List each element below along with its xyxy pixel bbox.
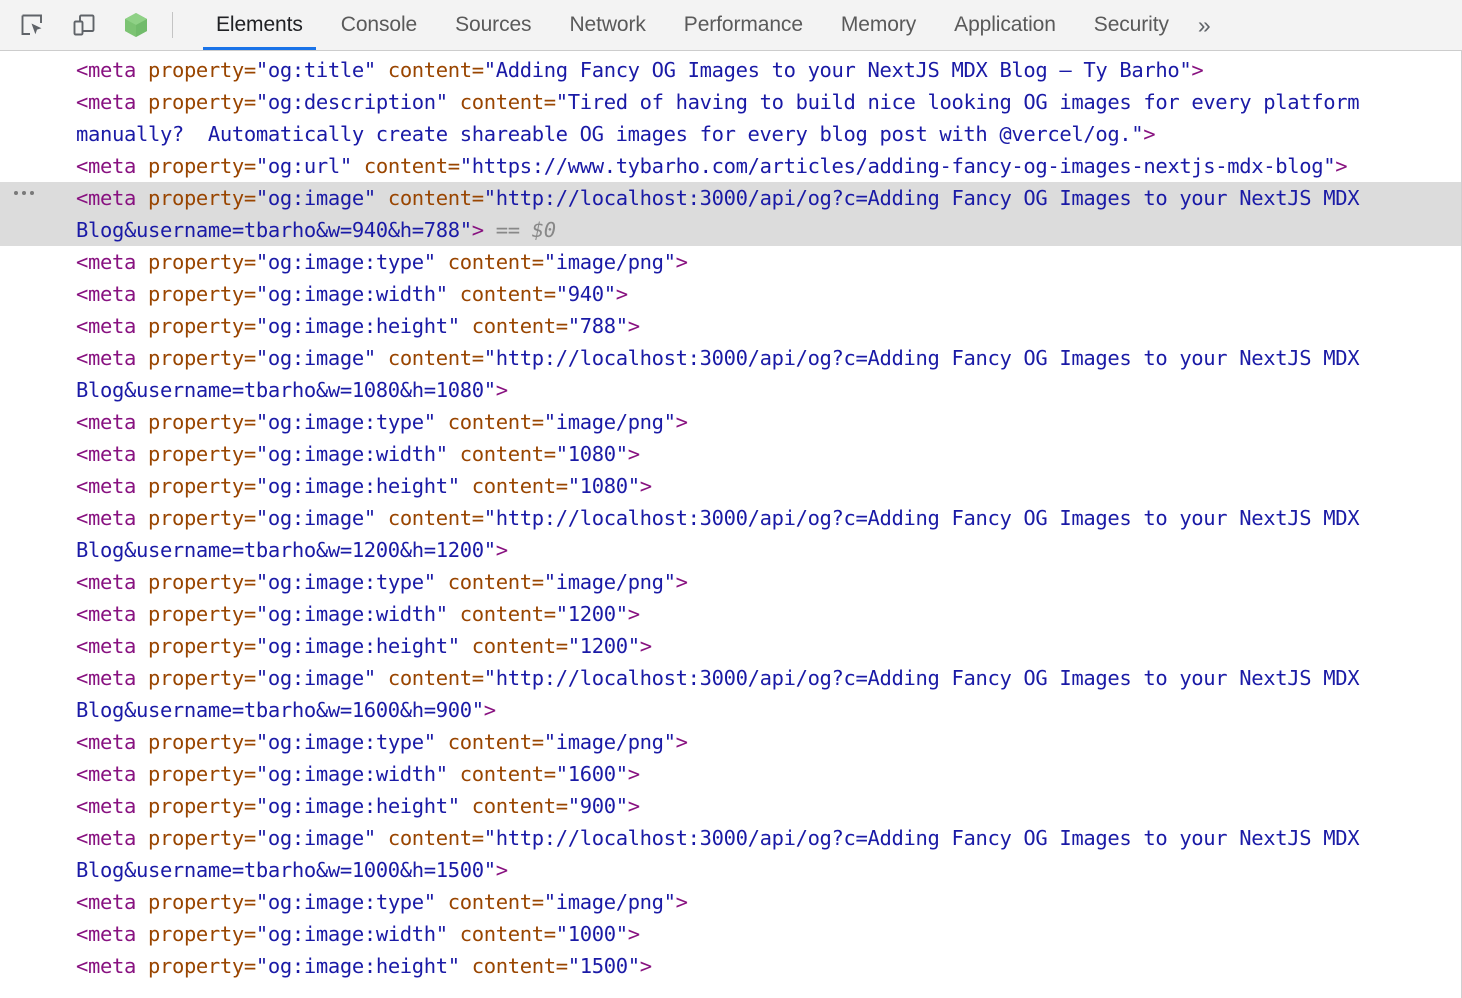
tab-network[interactable]: Network <box>550 0 664 50</box>
dom-node-row[interactable]: <meta property="og:image:width" content=… <box>0 438 1461 470</box>
tab-memory[interactable]: Memory <box>822 0 935 50</box>
dom-node-gutter <box>0 726 76 758</box>
dom-node-markup: <meta property="og:image:height" content… <box>76 474 652 498</box>
dom-node-row[interactable]: <meta property="og:image:width" content=… <box>0 598 1461 630</box>
dom-node-gutter <box>0 950 76 982</box>
dom-node-markup: <meta property="og:image" content="http:… <box>76 666 1372 722</box>
dom-node-row[interactable]: <meta property="og:image" content="http:… <box>0 822 1461 886</box>
toolbar-divider <box>172 12 173 38</box>
dom-node-row[interactable]: <meta property="og:image:height" content… <box>0 790 1461 822</box>
tab-elements[interactable]: Elements <box>197 0 322 50</box>
toolbar-icon-group <box>14 0 189 50</box>
dom-node-gutter <box>0 758 76 790</box>
panel-tabs: Elements Console Sources Network Perform… <box>197 0 1462 50</box>
dom-node-markup: <meta property="og:image:width" content=… <box>76 762 640 786</box>
dom-node-markup: <meta property="og:image:width" content=… <box>76 602 640 626</box>
more-tabs-label: » <box>1197 11 1211 38</box>
inspect-element-icon[interactable] <box>14 7 50 43</box>
dom-node-gutter <box>0 278 76 310</box>
dom-node-gutter <box>0 918 76 950</box>
dom-node-gutter <box>0 598 76 630</box>
dom-node-gutter <box>0 182 76 214</box>
tab-sources-label: Sources <box>455 13 532 36</box>
dom-node-gutter <box>0 822 76 854</box>
dom-node-row[interactable]: <meta property="og:image:type" content="… <box>0 566 1461 598</box>
dom-node-markup: <meta property="og:image:type" content="… <box>76 730 688 754</box>
dom-node-markup: <meta property="og:title" content="Addin… <box>76 58 1204 82</box>
dom-node-gutter <box>0 630 76 662</box>
dom-node-markup: <meta property="og:image:width" content=… <box>76 922 640 946</box>
dom-node-markup: <meta property="og:image" content="http:… <box>76 826 1372 882</box>
tab-memory-label: Memory <box>840 13 917 36</box>
tab-sources[interactable]: Sources <box>436 0 550 50</box>
dom-node-row[interactable]: <meta property="og:image:width" content=… <box>0 758 1461 790</box>
dom-node-row[interactable]: <meta property="og:image:width" content=… <box>0 918 1461 950</box>
dom-node-row[interactable]: <meta property="og:image" content="http:… <box>0 502 1461 566</box>
tab-elements-label: Elements <box>216 13 303 36</box>
tab-security[interactable]: Security <box>1075 0 1188 50</box>
dom-node-row[interactable]: <meta property="og:image:width" content=… <box>0 278 1461 310</box>
dom-tree-panel[interactable]: <meta property="og:title" content="Addin… <box>0 51 1462 998</box>
dom-node-row[interactable]: <meta property="og:image:type" content="… <box>0 246 1461 278</box>
node-cube-icon[interactable] <box>118 7 154 43</box>
tab-network-label: Network <box>569 13 646 36</box>
dom-node-row[interactable]: <meta property="og:image:type" content="… <box>0 726 1461 758</box>
device-toolbar-icon[interactable] <box>66 7 102 43</box>
dom-node-markup: <meta property="og:image:width" content=… <box>76 282 628 306</box>
dom-node-gutter <box>0 502 76 534</box>
dom-node-gutter <box>0 54 76 86</box>
dom-node-markup: <meta property="og:image" content="http:… <box>76 346 1372 402</box>
tab-application-label: Application <box>954 13 1056 36</box>
tab-security-label: Security <box>1093 13 1169 36</box>
dom-node-markup: <meta property="og:image:type" content="… <box>76 570 688 594</box>
dom-node-markup: <meta property="og:image:width" content=… <box>76 442 640 466</box>
dom-node-gutter <box>0 310 76 342</box>
dom-node-row[interactable]: <meta property="og:image:height" content… <box>0 470 1461 502</box>
tab-performance[interactable]: Performance <box>665 0 822 50</box>
dom-node-row[interactable]: <meta property="og:image" content="http:… <box>0 662 1461 726</box>
node-more-options-icon[interactable] <box>14 191 34 195</box>
dom-node-gutter <box>0 438 76 470</box>
dom-node-row[interactable]: <meta property="og:image:type" content="… <box>0 886 1461 918</box>
dom-node-row[interactable]: <meta property="og:image:height" content… <box>0 630 1461 662</box>
dom-node-row[interactable]: <meta property="og:description" content=… <box>0 86 1461 150</box>
dom-node-gutter <box>0 150 76 182</box>
dom-node-markup: <meta property="og:image:height" content… <box>76 314 640 338</box>
dom-node-gutter <box>0 566 76 598</box>
dom-node-markup: <meta property="og:url" content="https:/… <box>76 154 1348 178</box>
dom-node-gutter <box>0 470 76 502</box>
dom-node-markup: <meta property="og:image" content="http:… <box>76 506 1372 562</box>
dom-node-row[interactable]: <meta property="og:image:type" content="… <box>0 406 1461 438</box>
tab-performance-label: Performance <box>683 13 803 36</box>
dom-node-gutter <box>0 790 76 822</box>
dom-node-markup: <meta property="og:image:height" content… <box>76 634 652 658</box>
dom-node-gutter <box>0 246 76 278</box>
dom-node-markup: <meta property="og:image:height" content… <box>76 794 640 818</box>
dom-node-gutter <box>0 662 76 694</box>
tab-console[interactable]: Console <box>322 0 436 50</box>
dom-node-markup: <meta property="og:image:type" content="… <box>76 890 688 914</box>
dom-node-row[interactable]: <meta property="og:image:height" content… <box>0 310 1461 342</box>
tab-console-label: Console <box>340 13 418 36</box>
dom-node-row[interactable]: <meta property="og:image:height" content… <box>0 950 1461 982</box>
more-tabs-icon[interactable]: » <box>1188 0 1227 50</box>
dom-node-gutter <box>0 86 76 118</box>
dom-node-markup: <meta property="og:image" content="http:… <box>76 186 1372 242</box>
devtools-toolbar: Elements Console Sources Network Perform… <box>0 0 1462 51</box>
dom-node-row[interactable]: <meta property="og:image" content="http:… <box>0 342 1461 406</box>
tab-application[interactable]: Application <box>935 0 1075 50</box>
dom-node-gutter <box>0 342 76 374</box>
dom-node-row[interactable]: <meta property="og:url" content="https:/… <box>0 150 1461 182</box>
dom-node-gutter <box>0 406 76 438</box>
dom-node-gutter <box>0 886 76 918</box>
dom-node-markup: <meta property="og:image:height" content… <box>76 954 652 978</box>
dom-node-row[interactable]: <meta property="og:title" content="Addin… <box>0 54 1461 86</box>
dom-node-markup: <meta property="og:description" content=… <box>76 90 1372 146</box>
devtools-window: Elements Console Sources Network Perform… <box>0 0 1462 998</box>
dom-node-markup: <meta property="og:image:type" content="… <box>76 410 688 434</box>
dom-node-markup: <meta property="og:image:type" content="… <box>76 250 688 274</box>
dom-node-row[interactable]: <meta property="og:image" content="http:… <box>0 182 1461 246</box>
